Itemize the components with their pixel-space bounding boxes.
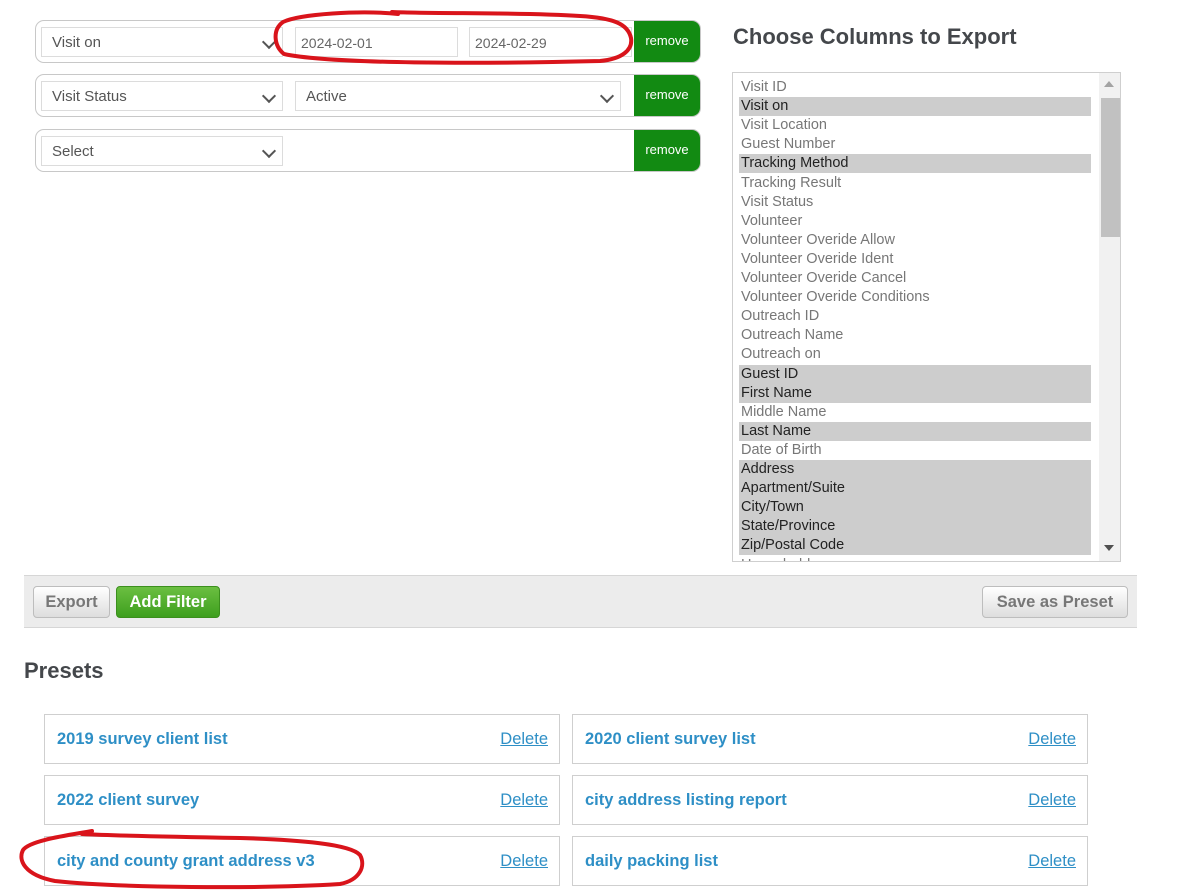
preset-link[interactable]: daily packing list: [585, 852, 718, 871]
scroll-up-arrow-icon[interactable]: [1104, 81, 1114, 87]
column-option[interactable]: Apartment/Suite: [739, 479, 1091, 499]
column-option[interactable]: Visit Status: [739, 193, 1091, 212]
remove-filter-button[interactable]: remove: [634, 75, 700, 116]
preset-delete-link[interactable]: Delete: [500, 730, 548, 749]
column-option[interactable]: Visit ID: [739, 78, 1091, 97]
column-option[interactable]: Tracking Method: [739, 154, 1091, 174]
column-option[interactable]: Volunteer Overide Conditions: [739, 288, 1091, 307]
filter-field-select[interactable]: Select: [41, 136, 283, 166]
chevron-down-icon: [261, 34, 277, 50]
presets-heading: Presets: [24, 658, 104, 683]
save-as-preset-button[interactable]: Save as Preset: [982, 586, 1128, 618]
preset-link[interactable]: 2020 client survey list: [585, 730, 756, 749]
column-option[interactable]: Address: [739, 460, 1091, 479]
column-option[interactable]: Volunteer Overide Ident: [739, 250, 1091, 269]
preset-delete-link[interactable]: Delete: [1028, 791, 1076, 810]
column-option[interactable]: Volunteer Overide Cancel: [739, 269, 1091, 288]
column-option[interactable]: Outreach on: [739, 345, 1091, 364]
date-to-input[interactable]: 2024-02-29: [469, 27, 632, 57]
chevron-down-icon: [599, 88, 615, 104]
preset-item: daily packing list Delete: [572, 836, 1088, 886]
remove-filter-button[interactable]: remove: [634, 130, 700, 171]
filter-field-select[interactable]: Visit Status: [41, 81, 283, 111]
filter-value-label: Active: [306, 88, 347, 105]
preset-link[interactable]: 2022 client survey: [57, 791, 199, 810]
preset-item: 2020 client survey list Delete: [572, 714, 1088, 764]
filter-field-label: Visit on: [52, 34, 101, 51]
column-option[interactable]: State/Province: [739, 517, 1091, 537]
column-option[interactable]: First Name: [739, 383, 1091, 403]
column-option[interactable]: Guest Number: [739, 135, 1091, 154]
column-option[interactable]: Outreach Name: [739, 326, 1091, 345]
preset-delete-link[interactable]: Delete: [500, 852, 548, 871]
column-option[interactable]: Date of Birth: [739, 441, 1091, 460]
action-bar: Export Add Filter Save as Preset: [24, 575, 1137, 628]
scrollbar-thumb[interactable]: [1101, 98, 1120, 237]
column-option[interactable]: Household: [739, 556, 1091, 562]
column-option[interactable]: Last Name: [739, 421, 1091, 441]
column-option[interactable]: Middle Name: [739, 403, 1091, 422]
export-button[interactable]: Export: [33, 586, 110, 618]
preset-item: city and county grant address v3 Delete: [44, 836, 560, 886]
preset-link[interactable]: city address listing report: [585, 791, 787, 810]
columns-heading: Choose Columns to Export: [733, 24, 1017, 49]
filter-field-select[interactable]: Visit on: [41, 27, 283, 57]
preset-delete-link[interactable]: Delete: [500, 791, 548, 810]
preset-link[interactable]: 2019 survey client list: [57, 730, 228, 749]
column-option[interactable]: Volunteer: [739, 212, 1091, 231]
filter-row-visit-on: Visit on 2024-02-01 2024-02-29 remove: [35, 20, 701, 63]
scroll-down-arrow-icon[interactable]: [1104, 545, 1114, 551]
column-option[interactable]: Volunteer Overide Allow: [739, 231, 1091, 250]
columns-scrollbar[interactable]: [1099, 73, 1120, 561]
filter-field-label: Visit Status: [52, 88, 127, 105]
chevron-down-icon: [261, 143, 277, 159]
column-option[interactable]: City/Town: [739, 498, 1091, 518]
preset-delete-link[interactable]: Delete: [1028, 730, 1076, 749]
column-option[interactable]: Zip/Postal Code: [739, 536, 1091, 556]
preset-link[interactable]: city and county grant address v3: [57, 852, 315, 871]
preset-delete-link[interactable]: Delete: [1028, 852, 1076, 871]
column-option[interactable]: Visit on: [739, 97, 1091, 117]
remove-filter-button[interactable]: remove: [634, 21, 700, 62]
columns-multiselect[interactable]: Visit ID Visit on Visit Location Guest Numb…: [732, 72, 1121, 562]
preset-item: 2022 client survey Delete: [44, 775, 560, 825]
chevron-down-icon: [261, 88, 277, 104]
add-filter-button[interactable]: Add Filter: [116, 586, 220, 618]
column-option[interactable]: Tracking Result: [739, 174, 1091, 193]
column-option[interactable]: Visit Location: [739, 116, 1091, 135]
preset-item: 2019 survey client list Delete: [44, 714, 560, 764]
column-option[interactable]: Outreach ID: [739, 307, 1091, 326]
column-option[interactable]: Guest ID: [739, 364, 1091, 384]
preset-item: city address listing report Delete: [572, 775, 1088, 825]
filter-field-label: Select: [52, 143, 94, 160]
filter-row-empty: Select remove: [35, 129, 701, 172]
filter-row-visit-status: Visit Status Active remove: [35, 74, 701, 117]
date-from-input[interactable]: 2024-02-01: [295, 27, 458, 57]
filter-value-select[interactable]: Active: [295, 81, 621, 111]
